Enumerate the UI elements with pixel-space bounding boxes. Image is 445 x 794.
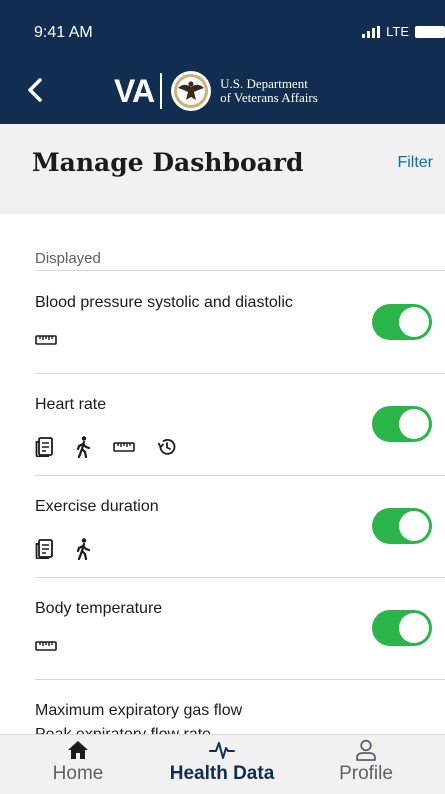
list-item-subtitle: Peak expiratory flow rate xyxy=(35,726,211,734)
list-item: Body temperature xyxy=(0,578,445,680)
list-item: Heart rate xyxy=(0,374,445,476)
dashboard-list: Displayed Blood pressure systolic and di… xyxy=(0,214,445,734)
status-indicators: LTE xyxy=(362,24,445,39)
nav-bar: VA U.S. Department of Veterans Affairs xyxy=(0,56,445,124)
ruler-icon xyxy=(113,442,135,452)
tab-label: Profile xyxy=(339,763,393,784)
list-item: Blood pressure systolic and diastolic xyxy=(0,272,445,374)
display-toggle[interactable] xyxy=(372,304,432,340)
list-item-title: Exercise duration xyxy=(35,498,159,515)
tab-profile[interactable]: Profile xyxy=(292,739,440,785)
ruler-icon xyxy=(35,641,57,651)
section-divider xyxy=(35,270,445,271)
department-name: U.S. Department of Veterans Affairs xyxy=(220,76,318,105)
toggle-knob xyxy=(399,409,429,439)
network-label: LTE xyxy=(386,24,409,39)
va-letters: VA xyxy=(114,72,155,109)
home-icon xyxy=(68,741,88,759)
status-bar: 9:41 AM LTE xyxy=(0,0,445,56)
list-item: Exercise duration xyxy=(0,476,445,578)
document-icon xyxy=(35,437,53,457)
tab-health-data[interactable]: Health Data xyxy=(148,739,296,785)
display-toggle[interactable] xyxy=(372,406,432,442)
list-item-title: Maximum expiratory gas flow xyxy=(35,702,243,719)
list-item-icons xyxy=(35,436,177,458)
toggle-knob xyxy=(399,307,429,337)
tab-home[interactable]: Home xyxy=(4,739,152,785)
signal-icon xyxy=(362,25,381,38)
display-toggle[interactable] xyxy=(372,508,432,544)
tab-label: Home xyxy=(52,763,104,784)
walking-icon xyxy=(76,538,91,560)
va-logo: VA U.S. Department of Veterans Affairs xyxy=(114,70,318,112)
toggle-knob xyxy=(399,613,429,643)
walking-icon xyxy=(76,436,91,458)
list-item-icons xyxy=(35,538,91,560)
list-item-title: Heart rate xyxy=(35,396,107,413)
toggle-knob xyxy=(399,511,429,541)
heartbeat-icon xyxy=(209,742,235,759)
battery-icon xyxy=(415,25,445,38)
list-item: Maximum expiratory gas flow Peak expirat… xyxy=(0,680,445,734)
tab-label: Health Data xyxy=(169,763,275,784)
list-item-icons xyxy=(35,334,57,346)
va-seal-icon xyxy=(171,71,212,111)
person-icon xyxy=(356,739,376,761)
page-header: Manage Dashboard Filter xyxy=(0,124,445,214)
section-label: Displayed xyxy=(35,250,101,267)
filter-button[interactable]: Filter xyxy=(397,154,433,172)
list-item-title: Blood pressure systolic and diastolic xyxy=(35,294,293,311)
back-icon[interactable] xyxy=(20,72,50,108)
ruler-icon xyxy=(35,335,57,345)
status-time: 9:41 AM xyxy=(34,24,93,41)
history-icon xyxy=(157,438,176,455)
list-item-icons xyxy=(35,640,57,652)
display-toggle[interactable] xyxy=(372,610,432,646)
document-icon xyxy=(35,539,53,559)
page-title: Manage Dashboard xyxy=(32,148,304,177)
logo-divider xyxy=(160,73,163,109)
list-item-title: Body temperature xyxy=(35,600,163,617)
tab-bar: Home Health Data Profile xyxy=(0,734,445,794)
